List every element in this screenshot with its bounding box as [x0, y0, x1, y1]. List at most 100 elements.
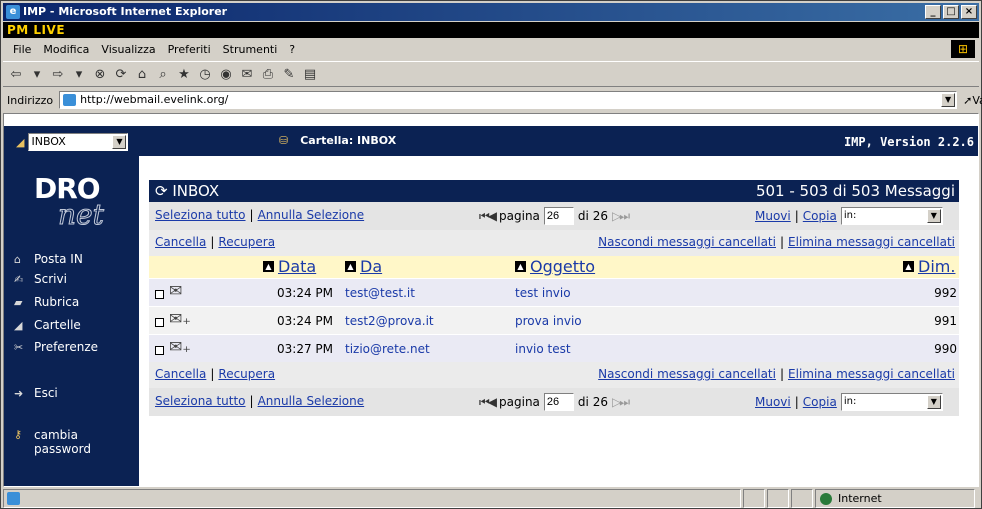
home-icon[interactable]: ⌂ — [135, 67, 149, 82]
sort-icon: ▲ — [515, 261, 526, 272]
close-button[interactable]: × — [961, 5, 977, 19]
select-all-link[interactable]: Seleziona tutto — [155, 394, 246, 408]
minimize-button[interactable]: _ — [925, 5, 941, 19]
forward-icon[interactable]: ⇨ — [51, 67, 65, 82]
menu-file[interactable]: File — [7, 43, 37, 56]
bottom-delete-controls: Cancella | Recupera Nascondi messaggi canc… — [149, 362, 959, 388]
target-dropdown-button[interactable]: ▼ — [926, 395, 941, 409]
hide-deleted-link[interactable]: Nascondi messaggi cancellati — [598, 367, 776, 381]
purge-deleted-link[interactable]: Elimina messaggi cancellati — [788, 235, 955, 249]
address-dropdown-button[interactable]: ▼ — [941, 93, 956, 107]
forward-dropdown-icon[interactable]: ▾ — [72, 67, 86, 82]
page-input[interactable] — [543, 207, 574, 225]
table-row[interactable]: ✉₊ 03:24 PM test2@prova.it prova invio 9… — [149, 306, 959, 334]
move-link[interactable]: Muovi — [755, 395, 791, 409]
version-label: IMP, Version 2.2.6 — [843, 135, 974, 149]
message-from[interactable]: test2@prova.it — [345, 314, 434, 328]
message-checkbox[interactable] — [155, 318, 164, 327]
message-from[interactable]: tizio@rete.net — [345, 342, 430, 356]
message-checkbox[interactable] — [155, 346, 164, 355]
menu-visualizza[interactable]: Visualizza — [95, 43, 161, 56]
hide-deleted-link[interactable]: Nascondi messaggi cancellati — [598, 235, 776, 249]
sidebar-item-change-password[interactable]: ⚷ cambia password — [14, 428, 139, 456]
folder-icon: ◢ — [14, 318, 23, 332]
column-date[interactable]: ▲ Data — [263, 257, 316, 276]
target-folder-select[interactable]: in: ▼ — [840, 393, 943, 411]
status-segment — [743, 489, 765, 508]
separator: | — [794, 395, 799, 409]
stop-icon[interactable]: ⊗ — [93, 67, 107, 82]
sidebar-item-esci[interactable]: ➜ Esci — [14, 386, 139, 400]
menu-strumenti[interactable]: Strumenti — [217, 43, 284, 56]
column-subject-label[interactable]: Oggetto — [530, 257, 595, 276]
first-page-icon[interactable]: ⏮◀ — [479, 395, 497, 410]
sidebar-item-cartelle[interactable]: ◢ Cartelle — [14, 318, 139, 332]
page-label: pagina — [499, 209, 540, 223]
print-icon[interactable]: ⎙ — [261, 67, 275, 82]
sidebar-item-scrivi[interactable]: ✍ Scrivi — [14, 272, 139, 286]
back-icon[interactable]: ⇦ — [9, 67, 23, 82]
column-header-row: ▲ Data ▲ Da ▲ Oggetto ▲ Dim. — [149, 256, 959, 278]
column-subject[interactable]: ▲ Oggetto — [515, 257, 595, 276]
mail-icon[interactable]: ✉ — [240, 67, 254, 82]
page-total: di 26 — [577, 209, 608, 223]
browser-toolbar: ⇦ ▾ ⇨ ▾ ⊗ ⟳ ⌂ ⌕ ★ ◷ ◉ ✉ ⎙ ✎ ▤ — [3, 61, 979, 87]
status-bar: Internet — [3, 489, 979, 508]
sort-icon: ▲ — [345, 261, 356, 272]
media-icon[interactable]: ◉ — [219, 67, 233, 82]
delete-link[interactable]: Cancella — [155, 367, 206, 381]
recover-link[interactable]: Recupera — [218, 367, 275, 381]
refresh-icon[interactable]: ⟳ — [114, 67, 128, 82]
edit-icon[interactable]: ✎ — [282, 67, 296, 82]
recover-link[interactable]: Recupera — [218, 235, 275, 249]
message-from[interactable]: test@test.it — [345, 286, 415, 300]
deselect-link[interactable]: Annulla Selezione — [258, 208, 365, 222]
sidebar-item-preferenze[interactable]: ✂ Preferenze — [14, 340, 139, 354]
deselect-link[interactable]: Annulla Selezione — [258, 394, 365, 408]
search-icon[interactable]: ⌕ — [156, 67, 170, 82]
discuss-icon[interactable]: ▤ — [303, 67, 317, 82]
table-row[interactable]: ✉₊ 03:27 PM tizio@rete.net invio test 99… — [149, 334, 959, 362]
target-dropdown-button[interactable]: ▼ — [926, 209, 941, 223]
favorites-icon[interactable]: ★ — [177, 67, 191, 82]
address-input[interactable]: http://webmail.evelink.org/ ▼ — [59, 91, 958, 109]
folder-select-value: INBOX — [31, 135, 66, 148]
purge-deleted-link[interactable]: Elimina messaggi cancellati — [788, 367, 955, 381]
move-link[interactable]: Muovi — [755, 209, 791, 223]
history-icon[interactable]: ◷ — [198, 67, 212, 82]
copy-link[interactable]: Copia — [803, 395, 837, 409]
copy-link[interactable]: Copia — [803, 209, 837, 223]
folder-dropdown-button[interactable]: ▼ — [112, 135, 127, 149]
page-input[interactable] — [543, 393, 574, 411]
message-subject[interactable]: prova invio — [515, 314, 582, 328]
column-size[interactable]: ▲ Dim. — [903, 257, 955, 276]
envelope-new-icon: ✉₊ — [169, 337, 191, 356]
refresh-icon[interactable]: ⟳ — [155, 182, 172, 200]
menu-modifica[interactable]: Modifica — [37, 43, 95, 56]
folder-icon: ◢ — [16, 135, 25, 149]
select-all-link[interactable]: Seleziona tutto — [155, 208, 246, 222]
menu-preferiti[interactable]: Preferiti — [162, 43, 217, 56]
back-dropdown-icon[interactable]: ▾ — [30, 67, 44, 82]
maximize-button[interactable]: □ — [943, 5, 959, 19]
imp-header-bar: ◢ INBOX ▼ ⛁ Cartella: INBOX IMP, Version … — [4, 126, 978, 156]
go-button[interactable]: ➚Vai — [963, 94, 982, 107]
sidebar-item-posta-in[interactable]: ⌂ Posta IN — [14, 252, 139, 266]
message-subject[interactable]: invio test — [515, 342, 571, 356]
sidebar-item-rubrica[interactable]: ▰ Rubrica — [14, 295, 139, 309]
message-subject[interactable]: test invio — [515, 286, 571, 300]
column-date-label[interactable]: Data — [278, 257, 316, 276]
column-from[interactable]: ▲ Da — [345, 257, 382, 276]
message-time: 03:24 PM — [277, 286, 333, 300]
column-size-label[interactable]: Dim. — [918, 257, 955, 276]
browser-window: e IMP - Microsoft Internet Explorer _ □ … — [0, 0, 982, 509]
table-row[interactable]: ✉ 03:24 PM test@test.it test invio 992 — [149, 278, 959, 306]
separator: | — [210, 235, 215, 249]
message-checkbox[interactable] — [155, 290, 164, 299]
target-folder-select[interactable]: in: ▼ — [840, 207, 943, 225]
folder-select[interactable]: INBOX ▼ — [28, 133, 129, 151]
menu-help[interactable]: ? — [283, 43, 301, 56]
column-from-label[interactable]: Da — [360, 257, 382, 276]
first-page-icon[interactable]: ⏮◀ — [479, 209, 497, 224]
delete-link[interactable]: Cancella — [155, 235, 206, 249]
